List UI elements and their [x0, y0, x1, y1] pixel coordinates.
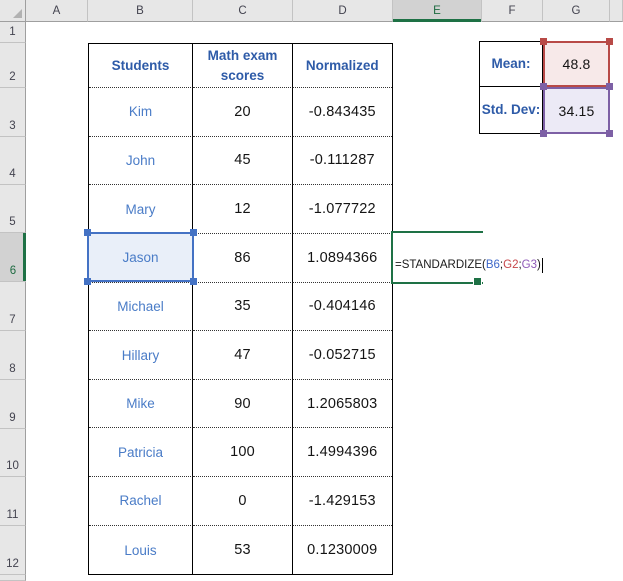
cell-c8-score[interactable]: 47: [193, 331, 293, 380]
select-all-corner[interactable]: [0, 0, 26, 22]
column-header-d[interactable]: D: [293, 0, 393, 22]
reference-handle: [606, 130, 613, 137]
cell-b11-student[interactable]: Rachel: [89, 477, 193, 526]
row-header-10[interactable]: 10: [0, 429, 26, 477]
spreadsheet: A B C D E F G 1 2 3 4 5 6 7 8 9 10 11 12…: [0, 0, 623, 581]
students-table: Students Math exam scores Normalized Kim…: [88, 43, 393, 575]
reference-handle: [190, 229, 197, 236]
row-header-8[interactable]: 8: [0, 331, 26, 380]
cell-c7-score[interactable]: 35: [193, 282, 293, 332]
text-cursor: [541, 257, 543, 273]
mean-value-cell-reference-red[interactable]: 48.8: [543, 41, 610, 87]
column-header-partial[interactable]: [610, 0, 623, 22]
formula-token-g2: G2: [503, 259, 519, 271]
column-header-f[interactable]: F: [482, 0, 543, 22]
cell-b7-student[interactable]: Michael: [89, 282, 193, 332]
row-header-9[interactable]: 9: [0, 380, 26, 429]
formula-edit-text[interactable]: =STANDARDIZE(B6; G2; G3): [395, 256, 543, 274]
row-header-3[interactable]: 3: [0, 88, 26, 137]
row-header-5[interactable]: 5: [0, 185, 26, 233]
cell-c10-score[interactable]: 100: [193, 428, 293, 478]
cell-c5-score[interactable]: 12: [193, 185, 293, 234]
column-header-a[interactable]: A: [26, 0, 88, 22]
formula-token-g3: G3: [521, 259, 538, 271]
cell-b8-student[interactable]: Hillary: [89, 331, 193, 380]
table-header-normalized[interactable]: Normalized: [293, 44, 392, 88]
row-header-6-selected[interactable]: 6: [0, 233, 26, 282]
select-all-triangle-icon: [13, 9, 22, 18]
cell-c12-score[interactable]: 53: [193, 525, 293, 575]
reference-handle: [190, 278, 197, 285]
row-header-7[interactable]: 7: [0, 282, 26, 331]
std-dev-value-cell-reference-purple[interactable]: 34.15: [543, 87, 610, 134]
fill-handle[interactable]: [473, 277, 482, 286]
mean-label-cell[interactable]: Mean:: [479, 41, 543, 87]
cell-b12-student[interactable]: Louis: [89, 525, 193, 575]
formula-token: ): [537, 259, 541, 271]
reference-handle: [540, 130, 547, 137]
cell-d7-normalized[interactable]: -0.404146: [293, 283, 392, 332]
cell-d6-normalized[interactable]: 1.0894366: [293, 234, 392, 283]
reference-handle: [606, 83, 613, 90]
cell-d12-normalized[interactable]: 0.1230009: [293, 526, 392, 575]
cell-b9-student[interactable]: Mike: [89, 379, 193, 429]
reference-handle: [540, 83, 547, 90]
row-header-11[interactable]: 11: [0, 477, 26, 526]
row-header-1[interactable]: 1: [0, 22, 26, 43]
cell-c3-score[interactable]: 20: [193, 88, 293, 137]
reference-handle: [540, 38, 547, 45]
cell-d9-normalized[interactable]: 1.2065803: [293, 380, 392, 429]
row-header-2[interactable]: 2: [0, 43, 26, 88]
column-header-c[interactable]: C: [193, 0, 293, 22]
cell-b5-student[interactable]: Mary: [89, 185, 193, 234]
cell-b4-student[interactable]: John: [89, 136, 193, 186]
cell-d3-normalized[interactable]: -0.843435: [293, 88, 392, 137]
cell-d10-normalized[interactable]: 1.4994396: [293, 428, 392, 478]
cell-d5-normalized[interactable]: -1.077722: [293, 185, 392, 234]
column-header-b[interactable]: B: [88, 0, 193, 22]
table-header-students[interactable]: Students: [89, 44, 193, 88]
reference-highlight-b6: [87, 232, 194, 282]
column-header-e-selected[interactable]: E: [393, 0, 482, 22]
cell-b10-student[interactable]: Patricia: [89, 428, 193, 478]
cell-d4-normalized[interactable]: -0.111287: [293, 137, 392, 186]
column-header-g[interactable]: G: [543, 0, 610, 22]
cell-c6-score[interactable]: 86: [193, 233, 293, 283]
reference-handle: [84, 229, 91, 236]
formula-token: =STANDARDIZE(: [395, 259, 486, 271]
cell-b3-student[interactable]: Kim: [89, 88, 193, 137]
table-header-math-scores[interactable]: Math exam scores: [193, 44, 293, 88]
row-header-12[interactable]: 12: [0, 526, 26, 575]
row-header-4[interactable]: 4: [0, 137, 26, 185]
cell-c9-score[interactable]: 90: [193, 379, 293, 429]
std-dev-label-cell[interactable]: Std. Dev:: [479, 85, 543, 134]
reference-handle: [606, 38, 613, 45]
cell-d8-normalized[interactable]: -0.052715: [293, 331, 392, 380]
cell-c4-score[interactable]: 45: [193, 136, 293, 186]
formula-token-b6: B6: [485, 259, 500, 271]
cell-d11-normalized[interactable]: -1.429153: [293, 477, 392, 526]
cell-c11-score[interactable]: 0: [193, 477, 293, 526]
reference-handle: [84, 278, 91, 285]
row-header-partial[interactable]: [0, 575, 26, 581]
